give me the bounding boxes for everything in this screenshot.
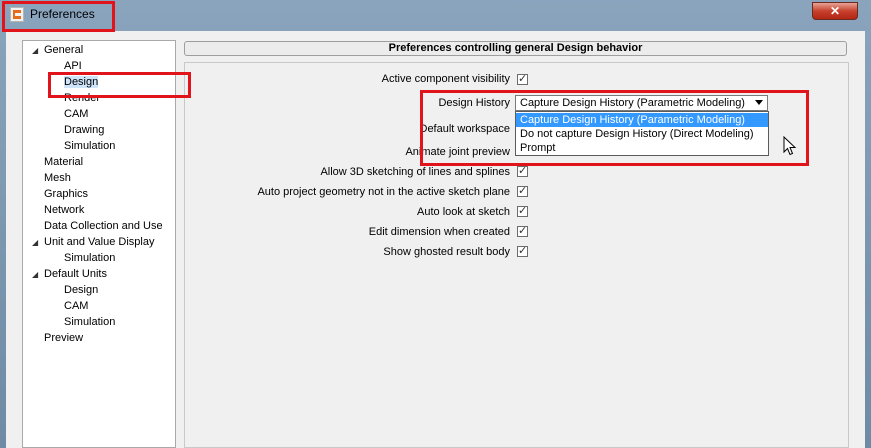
tree-item-units-simulation[interactable]: Simulation [64,316,115,328]
show-ghosted-body-checkbox[interactable] [517,244,528,257]
highlight-title [2,1,115,32]
allow-3d-sketching-checkbox[interactable] [517,164,528,177]
tree-item-data-collection[interactable]: Data Collection and Use [44,220,163,232]
highlight-design-history [420,90,809,166]
edit-dimension-label: Edit dimension when created [368,226,510,238]
preferences-window: Preferences ✕ ◢ General API Design Rende… [0,0,871,448]
expand-triangle-icon[interactable]: ◢ [32,270,38,279]
tree-item-units-design[interactable]: Design [64,284,98,296]
tree-item-units-cam[interactable]: CAM [64,300,88,312]
expand-triangle-icon[interactable]: ◢ [32,238,38,247]
tree-item-default-units[interactable]: ◢ Default Units [32,268,107,280]
tree-item-simulation[interactable]: Simulation [64,140,115,152]
tree-item-general[interactable]: ◢ General [32,44,83,56]
tree-item-unit-value-display[interactable]: ◢ Unit and Value Display [32,236,154,248]
tree-item-drawing[interactable]: Drawing [64,124,104,136]
active-component-visibility-checkbox[interactable] [517,72,528,85]
active-component-visibility-label: Active component visibility [381,73,510,85]
auto-project-geometry-checkbox[interactable] [517,184,528,197]
tree-item-preview[interactable]: Preview [44,332,83,344]
tree-item-material[interactable]: Material [44,156,83,168]
show-ghosted-body-label: Show ghosted result body [383,246,510,258]
auto-project-geometry-label: Auto project geometry not in the active … [257,186,510,198]
tree-item-graphics[interactable]: Graphics [44,188,88,200]
expand-triangle-icon[interactable]: ◢ [32,46,38,55]
tree-item-unit-simulation[interactable]: Simulation [64,252,115,264]
title-bar[interactable]: Preferences ✕ [0,0,871,30]
tree-item-api[interactable]: API [64,60,82,72]
tree-item-mesh[interactable]: Mesh [44,172,71,184]
tree-item-cam[interactable]: CAM [64,108,88,120]
edit-dimension-checkbox[interactable] [517,224,528,237]
tree-item-network[interactable]: Network [44,204,84,216]
close-button[interactable]: ✕ [812,2,858,20]
allow-3d-sketching-label: Allow 3D sketching of lines and splines [320,166,510,178]
highlight-design-item [48,72,191,98]
auto-look-at-sketch-checkbox[interactable] [517,204,528,217]
auto-look-at-sketch-label: Auto look at sketch [417,206,510,218]
panel-title: Preferences controlling general Design b… [184,41,847,56]
preferences-tree: ◢ General API Design Render CAM Drawing … [22,40,176,448]
